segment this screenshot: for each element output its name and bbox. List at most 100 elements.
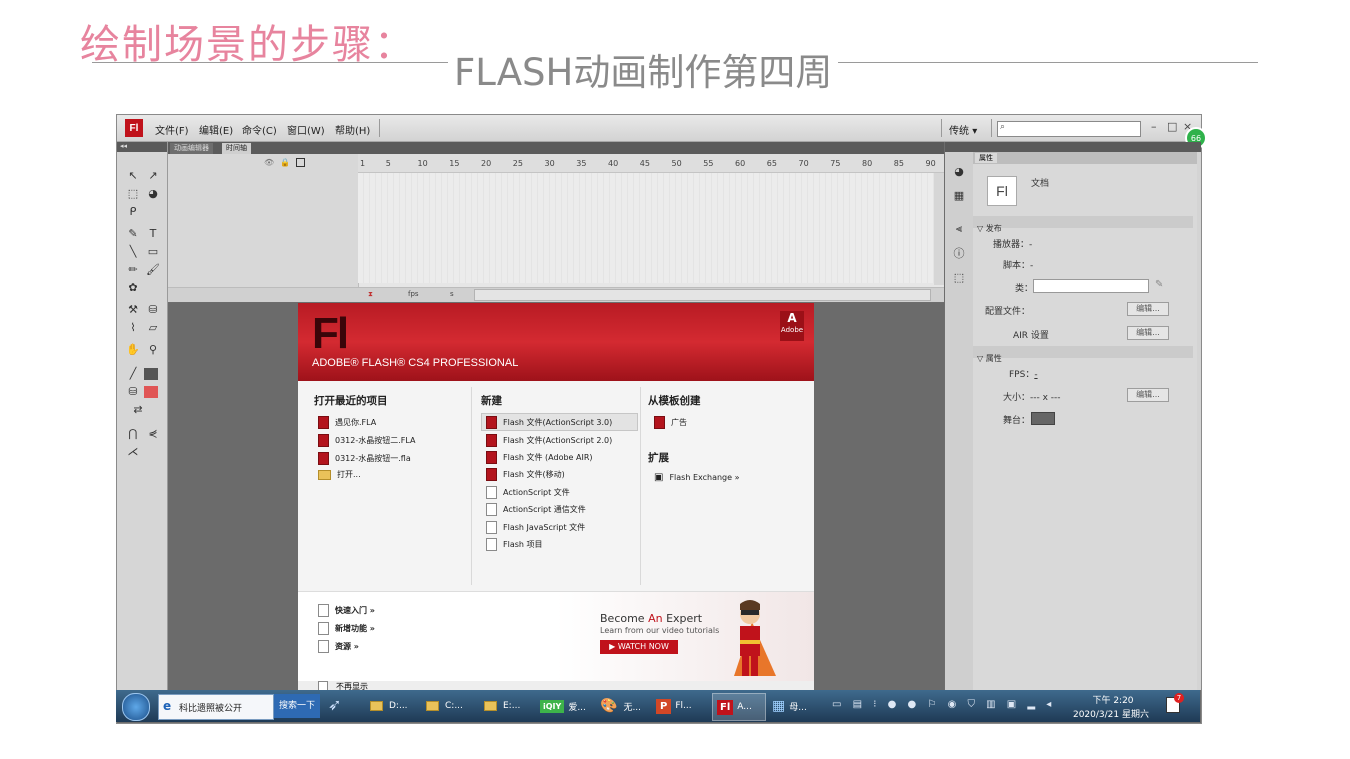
lock-icon[interactable]: 🔒 [280, 158, 290, 167]
eraser-tool-icon[interactable]: ▱ [146, 320, 160, 334]
recent-item[interactable]: 0312-水晶按钮二.FLA [318, 434, 416, 447]
ie-search-box[interactable]: e 科比遗照被公开 [158, 694, 274, 720]
new-item[interactable]: Flash 文件(移动) [486, 468, 565, 481]
eyedropper-tool-icon[interactable]: ⌇ [126, 320, 140, 334]
edit-profile-button[interactable]: 编辑... [1127, 302, 1169, 316]
menu-edit[interactable]: 编辑(E) [199, 122, 233, 137]
hand-tool-icon[interactable]: ✋ [126, 342, 140, 356]
pen-tool-icon[interactable]: ✎ [126, 226, 140, 240]
selection-tool-icon[interactable]: ↖ [126, 168, 140, 182]
tab-timeline[interactable]: 时间轴 [222, 143, 251, 154]
swatches-panel-icon[interactable]: ▦ [952, 188, 966, 202]
lasso-tool-icon[interactable]: ᑭ [126, 204, 140, 218]
brush-tool-icon[interactable]: 🖌 [146, 262, 160, 276]
onion-skin-icon[interactable]: ⧗ [368, 290, 373, 299]
taskbar-item-paint[interactable]: 🎨 无... [594, 693, 648, 719]
new-item[interactable]: Flash 项目 [486, 538, 543, 551]
promo-banner[interactable]: Become An Expert Learn from our video tu… [556, 592, 814, 682]
start-button[interactable] [122, 693, 150, 721]
fill-color-icon[interactable]: ⛁ [126, 384, 140, 398]
template-item[interactable]: 广告 [654, 416, 687, 429]
text-tool-icon[interactable]: T [146, 226, 160, 240]
pencil-tool-icon[interactable]: ✏ [126, 262, 140, 276]
new-item[interactable]: ActionScript 通信文件 [486, 503, 586, 516]
taskbar-item-c[interactable]: C:... [420, 693, 472, 719]
info-panel-icon[interactable]: ⓘ [952, 246, 966, 260]
rectangle-tool-icon[interactable]: ▭ [146, 244, 160, 258]
frame-tick-label: 45 [639, 159, 650, 168]
watch-now-button[interactable]: ▶ WATCH NOW [600, 640, 678, 654]
taskbar-item-label: C:... [445, 701, 463, 711]
subselection-tool-icon[interactable]: ↗ [146, 168, 160, 182]
recent-item[interactable]: 遇见你.FLA [318, 416, 376, 429]
taskbar-item-media[interactable]: ▦ 母... [768, 693, 824, 719]
3d-rotation-tool-icon[interactable]: ◕ [146, 186, 160, 200]
tab-properties[interactable]: 属性 [975, 153, 997, 163]
timeline-hscrollbar[interactable] [474, 289, 931, 301]
pencil-icon[interactable]: ✎ [1155, 279, 1163, 290]
color-panel-icon[interactable]: ◕ [952, 164, 966, 178]
swap-colors-icon[interactable]: ⇄ [131, 402, 145, 416]
snap-magnet-icon[interactable]: ⋂ [126, 426, 140, 440]
deco-tool-icon[interactable]: ✿ [126, 280, 140, 294]
fill-color-swatch[interactable] [144, 386, 158, 398]
resources-link[interactable]: 资源 » [318, 640, 359, 653]
maximize-button[interactable]: □ [1167, 120, 1177, 133]
bird-app-icon[interactable]: ➶ [328, 695, 341, 714]
timeline-vscrollbar[interactable] [934, 173, 944, 285]
new-item[interactable]: Flash 文件 (Adobe AIR) [486, 451, 593, 464]
extend-item[interactable]: ▣ Flash Exchange » [654, 472, 740, 483]
new-item[interactable]: Flash 文件(ActionScript 2.0) [486, 434, 612, 447]
menu-window[interactable]: 窗口(W) [287, 122, 325, 137]
straighten-icon[interactable]: ⋌ [126, 444, 140, 458]
search-go-button[interactable]: 搜索一下 [274, 694, 320, 718]
line-tool-icon[interactable]: ╲ [126, 244, 140, 258]
minimize-button[interactable]: – [1151, 120, 1157, 133]
frame-grid[interactable] [358, 173, 934, 283]
help-search-input[interactable]: ⌕ [997, 121, 1141, 137]
taskbar-item-e[interactable]: E:... [478, 693, 530, 719]
open-item[interactable]: 打开... [318, 469, 361, 480]
clock-time[interactable]: 下午 2:20 [1074, 693, 1152, 706]
class-input[interactable] [1033, 279, 1149, 293]
workspace-switcher[interactable]: 传统 ▾ [949, 122, 977, 137]
smooth-icon[interactable]: ⋞ [146, 426, 160, 440]
eye-icon[interactable]: 👁 [264, 158, 274, 167]
menu-command[interactable]: 命令(C) [242, 122, 277, 137]
new-item[interactable]: ActionScript 文件 [486, 486, 570, 499]
recent-item[interactable]: 0312-水晶按钮一.fla [318, 452, 411, 465]
free-transform-tool-icon[interactable]: ⬚ [126, 186, 140, 200]
fla-file-icon [318, 434, 329, 447]
edit-size-button[interactable]: 编辑... [1127, 388, 1169, 402]
tab-motion-editor[interactable]: 动画编辑器 [170, 143, 213, 154]
welcome-banner: Fl ADOBE® FLASH® CS4 PROFESSIONAL A Adobe [298, 303, 814, 381]
clock-date[interactable]: 2020/3/21 星期六 [1066, 707, 1156, 720]
taskbar-item-iqiyi[interactable]: iQIY 爱... [536, 693, 588, 719]
publish-section-header[interactable]: ▽ 发布 [973, 216, 1193, 233]
welcome-screen: Fl ADOBE® FLASH® CS4 PROFESSIONAL A Adobe… [298, 303, 814, 691]
taskbar-item-ppt[interactable]: P Fl... [652, 693, 708, 719]
menu-help[interactable]: 帮助(H) [335, 122, 370, 137]
stroke-color-icon[interactable]: ╱ [126, 366, 140, 380]
system-tray-icons[interactable]: ▭ ▤ ⁝ ● ● ⚐ ◉ ⛉ ▥ ▣ ▂ ◂ [832, 699, 1055, 710]
taskbar-item-d[interactable]: D:... [364, 693, 416, 719]
outline-icon[interactable] [296, 158, 305, 167]
new-item[interactable]: Flash JavaScript 文件 [486, 521, 585, 534]
recent-item-label: 0312-水晶按钮一.fla [335, 454, 411, 463]
new-item[interactable]: Flash 文件(ActionScript 3.0) [486, 416, 612, 429]
project-file-icon [486, 538, 497, 551]
whats-new-link[interactable]: 新增功能 » [318, 622, 375, 635]
getting-started-link[interactable]: 快速入门 » [318, 604, 375, 617]
props-section-header[interactable]: ▽ 属性 [973, 346, 1193, 363]
stage-color-swatch[interactable] [1031, 412, 1055, 425]
zoom-tool-icon[interactable]: ⚲ [146, 342, 160, 356]
stroke-color-swatch[interactable] [144, 368, 158, 380]
menu-file[interactable]: 文件(F) [155, 122, 189, 137]
transform-panel-icon[interactable]: ⬚ [952, 270, 966, 284]
taskbar-item-flash[interactable]: Fl A... [712, 693, 766, 721]
tools-panel: ◂◂ ↖ ↗ ⬚ ◕ ᑭ ✎ T ╲ ▭ ✏ 🖌 ✿ ⚒ ⛁ ⌇ ▱ ✋ ⚲ ╱… [117, 142, 168, 690]
bone-tool-icon[interactable]: ⚒ [126, 302, 140, 316]
paint-bucket-tool-icon[interactable]: ⛁ [146, 302, 160, 316]
align-panel-icon[interactable]: ⫷ [952, 222, 966, 236]
edit-air-button[interactable]: 编辑... [1127, 326, 1169, 340]
